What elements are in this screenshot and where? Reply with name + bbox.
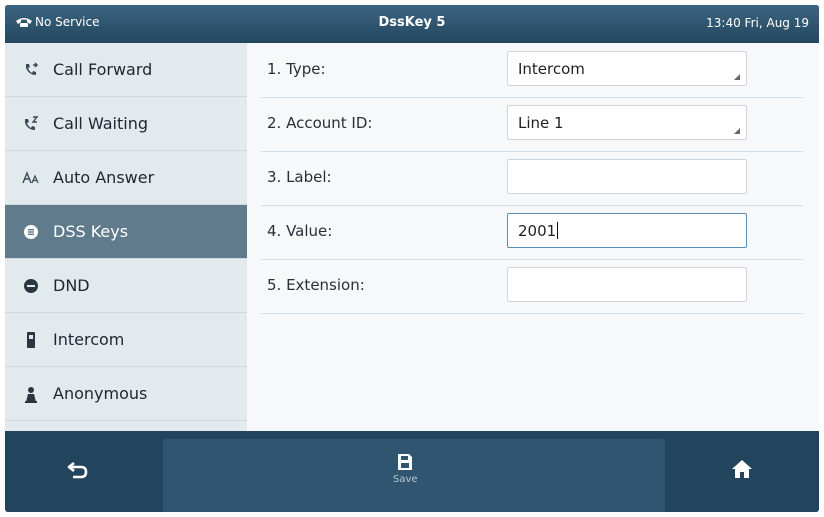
call-waiting-icon [21,115,41,132]
phone-screen: No Service DssKey 5 13:40 Fri, Aug 19 Ca… [5,5,819,512]
sidebar-item-call-waiting[interactable]: Call Waiting [5,97,247,151]
dropdown-corner-icon [734,74,740,80]
sidebar-item-call-forward[interactable]: Call Forward [5,43,247,97]
sidebar-item-dss-keys[interactable]: DSS Keys [5,205,247,259]
home-button[interactable] [731,459,753,479]
dss-keys-icon [21,224,41,239]
account-id-row: 2. Account ID: Line 1 [261,97,803,152]
status-bar: No Service DssKey 5 13:40 Fri, Aug 19 [5,5,819,43]
type-label: 1. Type: [267,60,326,78]
sidebar-item-dnd[interactable]: DND [5,259,247,313]
sidebar-item-intercom[interactable]: Intercom [5,313,247,367]
dnd-icon [21,278,41,293]
type-value: Intercom [518,60,585,78]
sidebar-item-auto-answer[interactable]: Auto Answer [5,151,247,205]
sidebar: Call Forward Call Waiting Auto Answer DS… [5,43,247,431]
sidebar-item-label: DND [53,276,90,295]
extension-input[interactable] [507,267,747,302]
sidebar-item-label: Call Waiting [53,114,149,133]
extension-label: 5. Extension: [267,276,365,294]
save-button[interactable]: Save [393,453,418,485]
save-icon [398,454,413,470]
dropdown-corner-icon [734,128,740,134]
auto-answer-icon [21,170,41,185]
value-row: 4. Value: 2001 [261,205,803,260]
page-title: DssKey 5 [378,15,446,30]
back-icon [67,461,88,479]
value-input[interactable]: 2001 [507,213,747,248]
account-id-value: Line 1 [518,114,564,132]
sidebar-item-label: Intercom [53,330,125,349]
account-id-select[interactable]: Line 1 [507,105,747,140]
label-row: 3. Label: [261,151,803,206]
softkey-bar: Save [5,431,819,512]
save-label: Save [393,474,418,485]
extension-row: 5. Extension: [261,259,803,314]
sidebar-item-label: Anonymous [53,384,148,403]
call-forward-icon [21,61,41,78]
intercom-icon [21,331,41,349]
sidebar-item-label: Call Forward [53,60,153,79]
value-label: 4. Value: [267,222,333,240]
home-icon [732,460,752,478]
sidebar-item-label: DSS Keys [53,222,129,241]
sidebar-item-label: Auto Answer [53,168,155,187]
datetime: 13:40 Fri, Aug 19 [706,16,809,30]
anonymous-icon [21,385,41,403]
dsskey-settings-form: 1. Type: Intercom 2. Account ID: Line 1 … [247,43,819,431]
label-input[interactable] [507,159,747,194]
account-id-label: 2. Account ID: [267,114,373,132]
back-button[interactable] [67,461,89,479]
type-select[interactable]: Intercom [507,51,747,86]
sidebar-item-anonymous[interactable]: Anonymous [5,367,247,421]
value-input-value: 2001 [518,222,557,240]
label-label: 3. Label: [267,168,332,186]
type-row: 1. Type: Intercom [261,43,803,98]
text-cursor [557,222,559,239]
